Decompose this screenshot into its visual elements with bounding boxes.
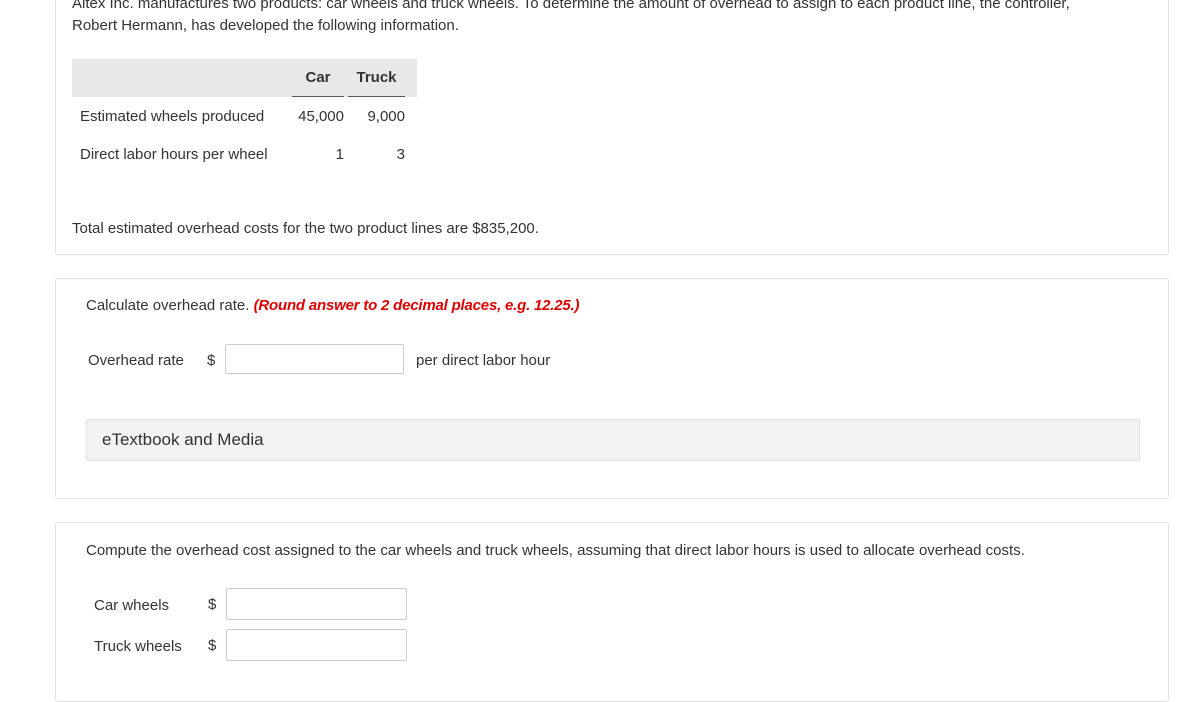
- part1-instruction: Calculate overhead rate. (Round answer t…: [86, 297, 580, 314]
- currency-symbol: $: [208, 637, 217, 654]
- problem-intro-line1: Altex Inc. manufactures two products: ca…: [72, 0, 1070, 12]
- currency-symbol: $: [207, 352, 216, 369]
- overhead-rate-label: Overhead rate: [88, 352, 184, 369]
- table-cell-truck: 9,000: [367, 108, 405, 125]
- currency-symbol: $: [208, 596, 217, 613]
- table-row-label: Estimated wheels produced: [80, 108, 265, 125]
- table-header-truck-label: Truck: [356, 69, 397, 86]
- table-row-label: Direct labor hours per wheel: [80, 146, 268, 163]
- table-header-car: Car: [292, 59, 344, 97]
- car-wheels-label: Car wheels: [94, 597, 170, 614]
- etextbook-media-bar[interactable]: eTextbook and Media: [86, 419, 1140, 461]
- truck-wheels-input[interactable]: [226, 629, 407, 661]
- overhead-allocation-panel: Compute the overhead cost assigned to th…: [55, 522, 1169, 702]
- etextbook-media-label: eTextbook and Media: [102, 430, 264, 449]
- part2-instruction: Compute the overhead cost assigned to th…: [86, 542, 1025, 559]
- table-cell-truck: 3: [396, 146, 405, 163]
- car-wheels-input[interactable]: [226, 588, 407, 620]
- rounding-note: (Round answer to 2 decimal places, e.g. …: [253, 297, 580, 314]
- table-cell-car: 45,000: [298, 108, 344, 125]
- overhead-rate-input[interactable]: [225, 344, 404, 374]
- table-cell-car: 1: [335, 146, 344, 163]
- problem-panel: Altex Inc. manufactures two products: ca…: [55, 0, 1169, 255]
- table-header-truck: Truck: [348, 59, 405, 97]
- truck-wheels-label: Truck wheels: [94, 638, 182, 655]
- overhead-rate-panel: Calculate overhead rate. (Round answer t…: [55, 278, 1169, 499]
- unit-label: per direct labor hour: [416, 352, 551, 369]
- total-overhead-text: Total estimated overhead costs for the t…: [72, 220, 539, 237]
- part1-instruction-text: Calculate overhead rate.: [86, 297, 250, 314]
- table-header-car-label: Car: [305, 69, 331, 86]
- problem-intro-line2: Robert Hermann, has developed the follow…: [72, 17, 459, 34]
